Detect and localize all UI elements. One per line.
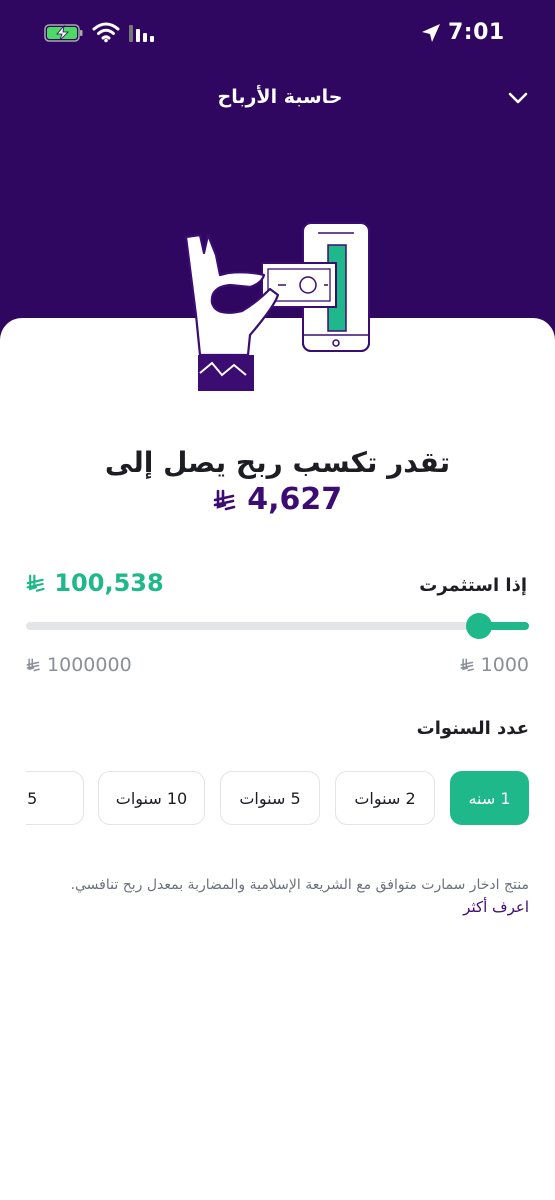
profit-value: 4,627: [247, 482, 343, 517]
cellular-signal-icon: [129, 25, 154, 42]
product-note: منتج ادخار سمارت متوافق مع الشريعة الإسل…: [70, 877, 529, 893]
page-title: حاسبة الأرباح: [217, 86, 343, 108]
profit-headline: تقدر تكسب ربح يصل إلى: [104, 446, 451, 479]
years-label: عدد السنوات: [416, 718, 529, 739]
investment-amount: 100,538: [26, 569, 164, 597]
year-option-15[interactable]: 15 سنة: [26, 771, 84, 825]
saudi-riyal-icon: [26, 574, 45, 592]
hand-money-phone-illustration: [184, 222, 370, 391]
slider-min-label: 1000: [460, 654, 529, 676]
investment-label: إذا استثمرت: [419, 575, 527, 596]
year-option-2[interactable]: 2 سنوات: [335, 771, 435, 825]
saudi-riyal-icon: [213, 489, 236, 510]
year-option-5[interactable]: 5 سنوات: [220, 771, 320, 825]
year-option-1[interactable]: 1 سنه: [450, 771, 529, 825]
saudi-riyal-icon: [26, 658, 40, 672]
status-time: 7:01: [448, 20, 505, 45]
wifi-icon: [92, 22, 120, 43]
slider-min-value: 1000: [480, 654, 529, 676]
status-bar: 7:01: [0, 0, 555, 66]
investment-slider[interactable]: [26, 613, 529, 639]
slider-max-value: 1000000: [47, 654, 132, 676]
investment-value: 100,538: [54, 569, 164, 597]
location-arrow-icon: [422, 24, 440, 42]
slider-thumb[interactable]: [465, 613, 492, 639]
saudi-riyal-icon: [460, 658, 474, 672]
slider-max-label: 1000000: [26, 654, 132, 676]
battery-charging-icon: [44, 24, 83, 42]
chevron-down-icon[interactable]: [505, 86, 531, 110]
learn-more-link[interactable]: اعرف أكثر: [463, 898, 529, 916]
year-option-10[interactable]: 10 سنوات: [98, 771, 205, 825]
years-selector: 1 سنه 2 سنوات 5 سنوات 10 سنوات 15 سنة: [26, 770, 529, 828]
profit-amount: 4,627: [140, 482, 415, 517]
